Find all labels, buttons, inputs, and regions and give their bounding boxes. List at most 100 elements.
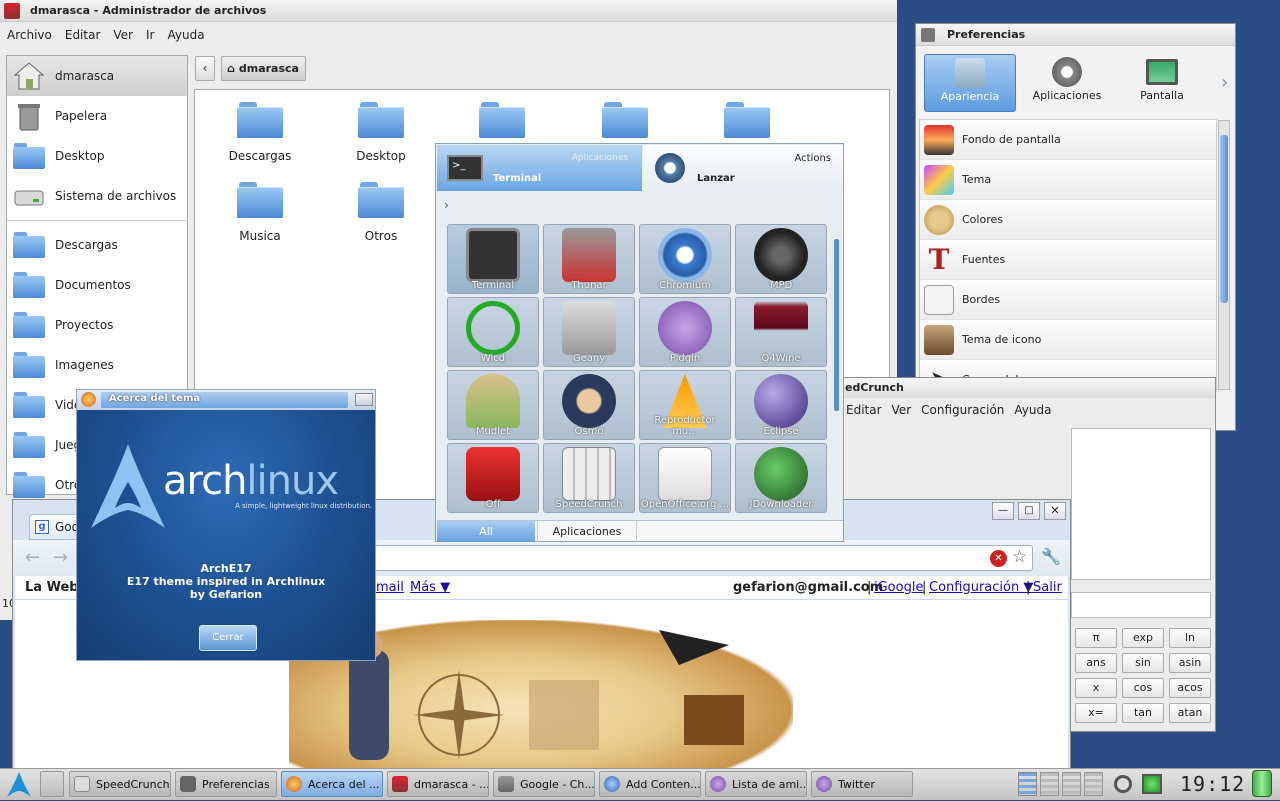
location-button[interactable]: ⌂ dmarasca — [221, 56, 306, 81]
file-item-juegos[interactable] — [702, 102, 792, 141]
scrollbar-thumb[interactable] — [1220, 135, 1228, 303]
app-wicd[interactable]: Wicd — [447, 297, 539, 367]
menu-ir[interactable]: Ir — [146, 28, 154, 42]
app-off[interactable]: Off — [447, 443, 539, 513]
file-manager-titlebar[interactable]: dmarasca - Administrador de archivos — [0, 0, 897, 22]
calc-button-atan[interactable]: atan — [1169, 703, 1211, 723]
start-menu-button[interactable] — [4, 770, 34, 798]
sidebar-item-home[interactable]: dmarasca — [7, 56, 187, 96]
taskbar-item-google[interactable]: Google - Ch... — [493, 771, 595, 797]
address-bar[interactable]: ✕ ☆ — [373, 545, 1033, 571]
calc-button-tan[interactable]: tan — [1122, 703, 1164, 723]
sidebar-item-trash[interactable]: Papelera — [7, 96, 187, 136]
menu-ver[interactable]: Ver — [892, 403, 912, 417]
sidebar-item-proyectos[interactable]: Proyectos — [7, 305, 187, 345]
sidebar-item-descargas[interactable]: Descargas — [7, 225, 187, 265]
taskbar-item-acerca[interactable]: Acerca del ... — [281, 771, 383, 797]
forward-arrow-icon[interactable]: → — [53, 547, 68, 568]
calc-button-exp[interactable]: exp — [1122, 628, 1164, 648]
signout-link[interactable]: Salir — [1033, 580, 1062, 595]
back-arrow-icon[interactable]: ← — [25, 547, 40, 568]
app-openoffice[interactable]: OpenOffice.org ... — [639, 443, 731, 513]
maximize-button[interactable]: □ — [1018, 502, 1040, 520]
trash-can-icon[interactable] — [1252, 770, 1272, 797]
app-jdownloader[interactable]: JDownloader — [735, 443, 827, 513]
star-icon[interactable]: ☆ — [1012, 547, 1027, 567]
menu-archivo[interactable]: Archivo — [7, 28, 52, 42]
virtual-desktop-pager[interactable] — [1018, 772, 1106, 796]
settings-link[interactable]: Configuración ▼ — [929, 580, 1033, 595]
launcher-breadcrumb[interactable]: › — [444, 198, 449, 212]
calc-button-ans[interactable]: ans — [1075, 653, 1117, 673]
menu-ver[interactable]: Ver — [113, 28, 133, 42]
app-geany[interactable]: Geany — [543, 297, 635, 367]
menu-ayuda[interactable]: Ayuda — [1014, 403, 1051, 417]
calc-button-x[interactable]: x — [1075, 678, 1117, 698]
category-apariencia[interactable]: Apariencia — [924, 54, 1016, 112]
expression-input[interactable] — [1071, 592, 1211, 618]
menu-ayuda[interactable]: Ayuda — [167, 28, 204, 42]
speedcrunch-titlebar[interactable]: edCrunch — [837, 378, 1215, 398]
file-item-otros[interactable]: Otros — [336, 182, 426, 243]
systray-network-icon[interactable] — [1142, 774, 1162, 794]
app-chromium[interactable]: Chromium — [639, 224, 731, 294]
pref-item-fonts[interactable]: T Fuentes — [920, 240, 1216, 280]
file-item-desktop[interactable]: Desktop — [336, 102, 426, 163]
launcher-tab-actions[interactable]: Actions Lanzar — [643, 145, 843, 191]
sidebar-item-filesystem[interactable]: Sistema de archivos — [7, 176, 187, 216]
pref-item-theme[interactable]: Tema — [920, 160, 1216, 200]
launcher-tab-applications[interactable]: >_ Aplicaciones Terminal — [437, 145, 642, 191]
sidebar-item-documentos[interactable]: Documentos — [7, 265, 187, 305]
app-media-player[interactable]: Reproductor mu... — [639, 370, 731, 440]
app-thunar[interactable]: Thunar — [543, 224, 635, 294]
tab-aplicaciones[interactable]: Aplicaciones — [537, 521, 637, 542]
close-button[interactable]: ✕ — [1044, 502, 1066, 520]
calc-button-cos[interactable]: cos — [1122, 678, 1164, 698]
preferences-scrollbar[interactable] — [1218, 120, 1230, 390]
pref-item-icon-theme[interactable]: Tema de icono — [920, 320, 1216, 360]
stop-icon[interactable]: ✕ — [990, 550, 1007, 567]
gmail-link[interactable]: mail — [376, 580, 404, 595]
calc-button-asin[interactable]: asin — [1169, 653, 1211, 673]
pref-item-wallpaper[interactable]: Fondo de pantalla — [920, 120, 1216, 160]
back-button[interactable]: ‹ — [195, 56, 215, 81]
pref-item-colors[interactable]: Colores — [920, 200, 1216, 240]
taskbar-item-preferencias[interactable]: Preferencias — [175, 771, 277, 797]
file-item-imagenes[interactable] — [580, 102, 670, 141]
taskbar-item-add-content[interactable]: Add Conten... — [599, 771, 701, 797]
app-mpd[interactable]: MPD — [735, 224, 827, 294]
desktop-1-icon[interactable] — [1018, 772, 1037, 796]
app-terminal[interactable]: Terminal — [447, 224, 539, 294]
scroll-right-icon[interactable]: › — [1221, 72, 1228, 93]
calc-button-acos[interactable]: acos — [1169, 678, 1211, 698]
app-mudlet[interactable]: Mudlet — [447, 370, 539, 440]
minimize-button[interactable]: — — [992, 502, 1014, 520]
app-eclipse[interactable]: Eclipse — [735, 370, 827, 440]
menu-editar[interactable]: Editar — [65, 28, 101, 42]
category-pantalla[interactable]: Pantalla — [1116, 54, 1208, 112]
file-item-descargas[interactable]: Descargas — [215, 102, 305, 163]
tab-all[interactable]: All — [437, 521, 535, 542]
menu-configuracion[interactable]: Configuración — [921, 403, 1004, 417]
about-titlebar[interactable]: Acerca del tema — [77, 390, 375, 410]
minimize-button[interactable] — [355, 393, 373, 406]
desktop-4-icon[interactable] — [1084, 772, 1103, 796]
calc-button-assign[interactable]: x= — [1075, 703, 1117, 723]
sidebar-item-imagenes[interactable]: Imagenes — [7, 345, 187, 385]
more-link[interactable]: Más ▼ — [410, 580, 450, 595]
calc-button-sin[interactable]: sin — [1122, 653, 1164, 673]
taskbar-spacer-button[interactable] — [40, 771, 64, 797]
taskbar-item-buddy-list[interactable]: Lista de ami... — [705, 771, 807, 797]
file-item-musica[interactable]: Musica — [215, 182, 305, 243]
systray-mixer-icon[interactable] — [1114, 775, 1132, 793]
taskbar-item-twitter[interactable]: Twitter — [811, 771, 913, 797]
app-pidgin[interactable]: Pidgin — [639, 297, 731, 367]
app-osmo[interactable]: Osmo — [543, 370, 635, 440]
sidebar-item-desktop[interactable]: Desktop — [7, 136, 187, 176]
desktop-2-icon[interactable] — [1040, 772, 1059, 796]
taskbar-item-file-manager[interactable]: dmarasca - ... — [387, 771, 489, 797]
pref-item-borders[interactable]: Bordes — [920, 280, 1216, 320]
file-item-documentos[interactable] — [457, 102, 547, 141]
taskbar-item-speedcrunch[interactable]: SpeedCrunch — [69, 771, 171, 797]
wrench-icon[interactable]: 🔧 — [1041, 547, 1061, 566]
